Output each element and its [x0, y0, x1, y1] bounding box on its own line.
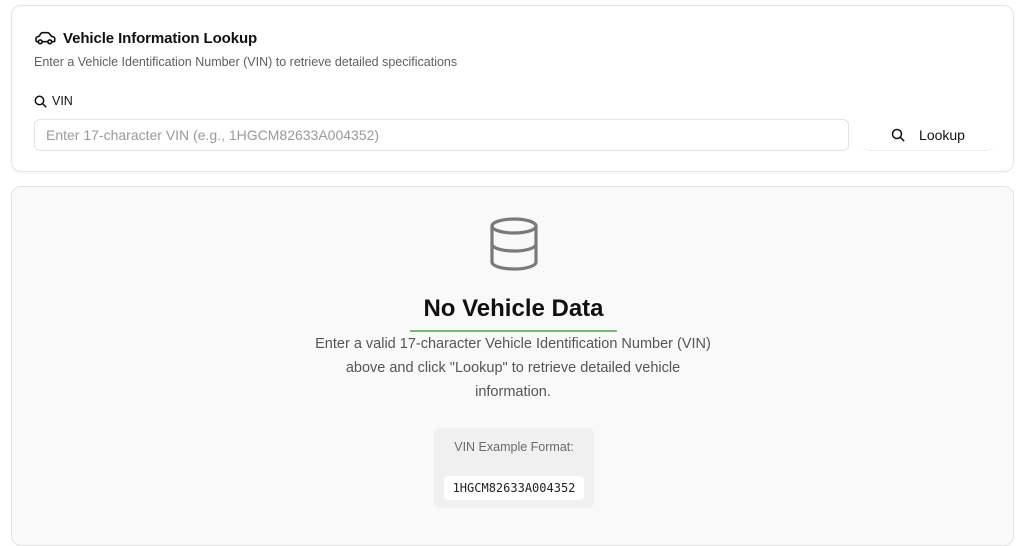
vin-example-label: VIN Example Format:: [454, 440, 574, 454]
search-icon: [34, 95, 47, 108]
vin-example-box: VIN Example Format: 1HGCM82633A004352: [434, 428, 594, 508]
vin-field-label: VIN: [34, 94, 73, 108]
vin-example-code: 1HGCM82633A004352: [444, 476, 584, 500]
card-subtitle: Enter a Vehicle Identification Number (V…: [34, 55, 458, 69]
database-icon: [488, 216, 540, 272]
empty-state-description: Enter a valid 17-character Vehicle Ident…: [315, 336, 711, 400]
empty-state-title: No Vehicle Data: [423, 295, 604, 322]
vin-lookup-card: Vehicle Information Lookup Enter a Vehic…: [11, 5, 1014, 172]
card-title: Vehicle Information Lookup: [63, 29, 258, 47]
lookup-button-label: Lookup: [919, 126, 965, 143]
vin-label-text: VIN: [52, 94, 73, 108]
card-header: Vehicle Information Lookup: [34, 28, 257, 48]
car-icon: [34, 30, 56, 46]
lookup-button[interactable]: Lookup: [863, 119, 993, 151]
search-icon: [891, 128, 905, 142]
vin-input[interactable]: [34, 119, 849, 151]
empty-state-panel: No Vehicle Data Enter a valid 17-charact…: [11, 186, 1014, 546]
